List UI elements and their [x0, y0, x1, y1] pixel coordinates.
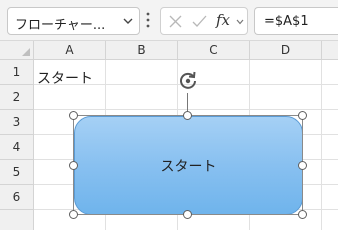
- row-header-6[interactable]: 6: [0, 185, 34, 210]
- row-header-7[interactable]: [0, 210, 34, 230]
- close-icon[interactable]: [169, 15, 182, 28]
- rotate-icon[interactable]: [178, 70, 198, 90]
- formula-value: =$A$1: [264, 14, 309, 29]
- formula-input[interactable]: =$A$1: [254, 7, 338, 35]
- shape-label[interactable]: スタート: [161, 156, 217, 176]
- column-header-b[interactable]: B: [106, 41, 178, 60]
- resize-handle-bottom-left[interactable]: [69, 210, 78, 219]
- column-header-e[interactable]: [322, 41, 338, 60]
- row-header-1[interactable]: 1: [0, 60, 34, 85]
- column-header-c[interactable]: C: [178, 41, 250, 60]
- fx-icon[interactable]: fx: [216, 11, 230, 29]
- sheet-grid[interactable]: A B C D 1 2 3 4 5 6 スタート スタート: [0, 41, 338, 230]
- cell-a1-text[interactable]: スタート: [37, 68, 93, 88]
- resize-handle-right[interactable]: [298, 161, 307, 170]
- resize-handle-bottom-right[interactable]: [298, 210, 307, 219]
- more-vertical-icon[interactable]: [146, 11, 150, 29]
- flowchart-start-shape[interactable]: スタート: [74, 116, 303, 215]
- chevron-down-icon[interactable]: [236, 19, 244, 25]
- name-box-value: フローチャー...: [15, 18, 106, 33]
- row-header-5[interactable]: 5: [0, 160, 34, 185]
- chevron-down-icon[interactable]: [123, 17, 133, 25]
- formula-bar: フローチャー... fx =$A$1: [0, 0, 338, 40]
- formula-actions: fx: [160, 7, 248, 35]
- resize-handle-top-right[interactable]: [298, 111, 307, 120]
- resize-handle-top[interactable]: [183, 111, 192, 120]
- gridline: [321, 60, 322, 230]
- column-header-d[interactable]: D: [250, 41, 322, 60]
- row-header-2[interactable]: 2: [0, 85, 34, 110]
- resize-handle-left[interactable]: [69, 161, 78, 170]
- select-all-button[interactable]: [0, 41, 34, 60]
- column-header-a[interactable]: A: [34, 41, 106, 60]
- gridline: [34, 109, 338, 110]
- check-icon[interactable]: [192, 15, 207, 28]
- resize-handle-top-left[interactable]: [69, 111, 78, 120]
- row-header-3[interactable]: 3: [0, 110, 34, 135]
- row-header-4[interactable]: 4: [0, 135, 34, 160]
- name-box[interactable]: フローチャー...: [7, 7, 140, 35]
- resize-handle-bottom[interactable]: [183, 210, 192, 219]
